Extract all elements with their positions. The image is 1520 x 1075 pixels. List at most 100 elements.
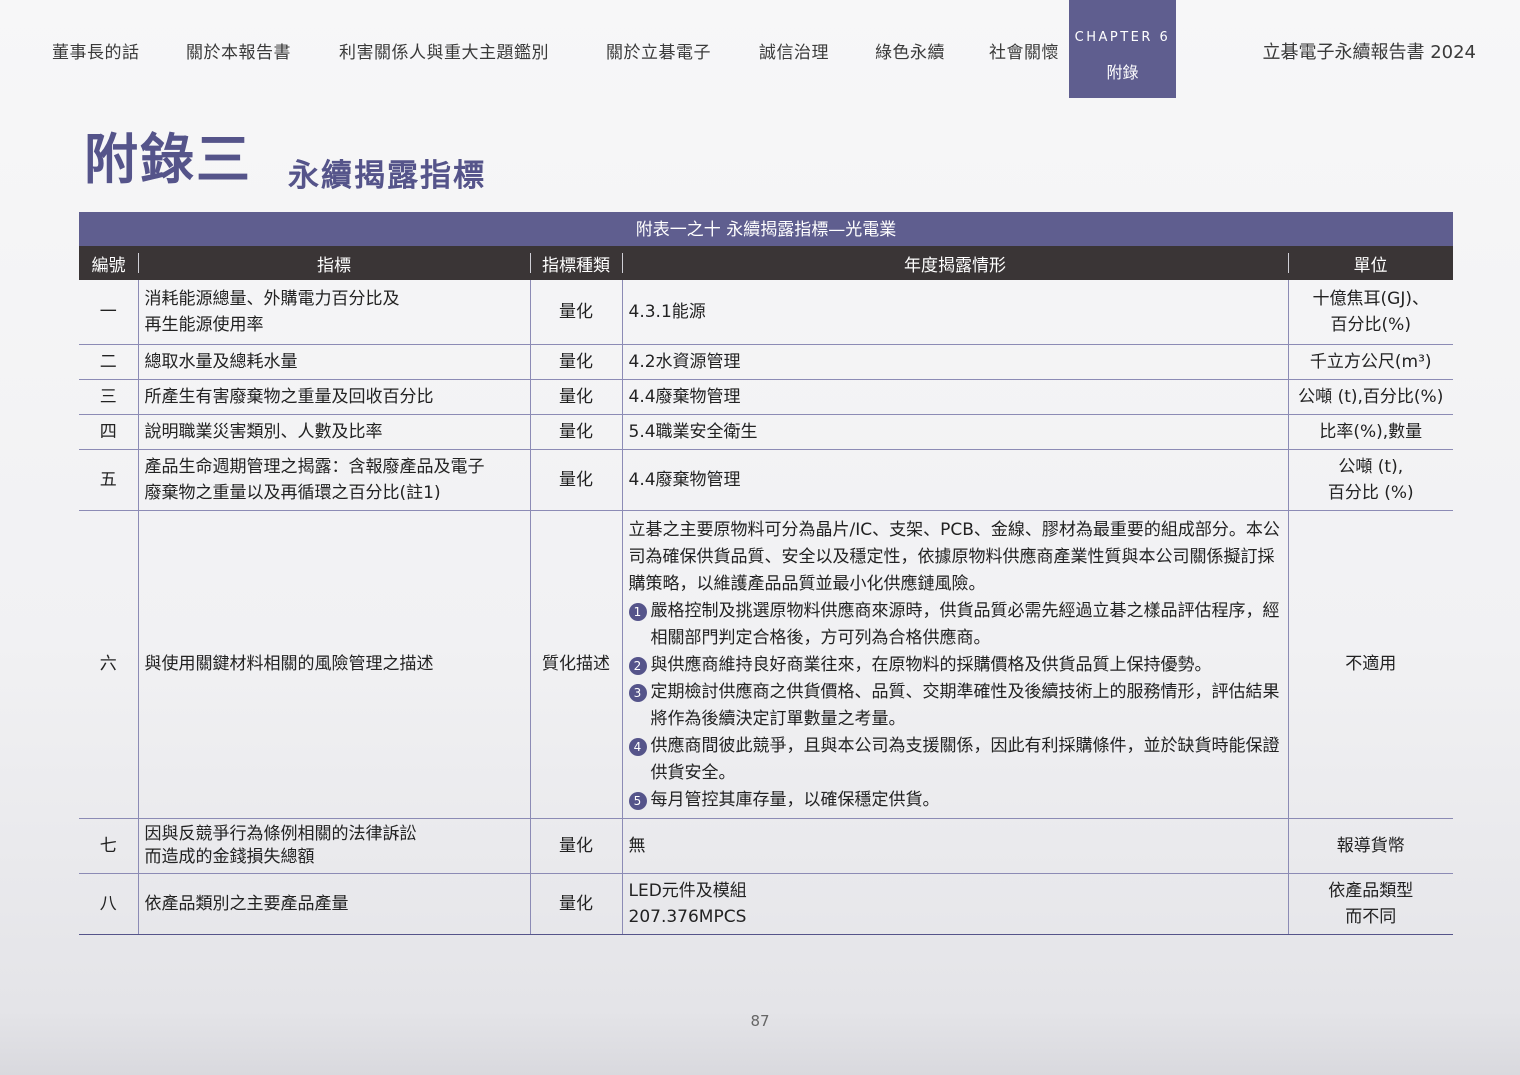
number-3-icon: 3 — [628, 683, 647, 702]
row-type: 量化 — [529, 818, 622, 874]
row-indicator: 消耗能源總量、外購電力百分比及 再生能源使用率 — [137, 280, 530, 345]
row-unit: 不適用 — [1287, 510, 1453, 819]
table-header-row: 編號 指標 指標種類 年度揭露情形 單位 — [79, 246, 1453, 280]
unit-line: 十億焦耳(GJ)、 — [1312, 288, 1429, 309]
page-title: 附錄三 — [84, 128, 252, 191]
row-type: 量化 — [529, 449, 622, 511]
row-indicator: 總取水量及總耗水量 — [137, 344, 530, 380]
row-indicator: 產品生命週期管理之揭露：含報廢產品及電子 廢棄物之重量以及再循環之百分比(註1) — [137, 449, 530, 511]
unit-line: 百分比 (%) — [1327, 482, 1414, 503]
table-caption: 附表一之十 永續揭露指標—光電業 — [79, 212, 1453, 246]
top-navigation: 董事長的話 關於本報告書 利害關係人與重大主題鑑別 關於立碁電子 誠信治理 綠色… — [0, 0, 1520, 100]
number-4-icon: 4 — [628, 737, 647, 756]
header-no: 編號 — [79, 246, 138, 280]
nav-item-integrity[interactable]: 誠信治理 — [759, 38, 829, 63]
row-number: 二 — [79, 344, 138, 380]
nav-item-about-report[interactable]: 關於本報告書 — [186, 38, 291, 63]
table-row: 六 與使用關鍵材料相關的風險管理之描述 質化描述 立碁之主要原物料可分為晶片/I… — [79, 510, 1453, 819]
number-5-icon: 5 — [628, 791, 647, 810]
header-type: 指標種類 — [530, 246, 622, 280]
report-title: 立碁電子永續報告書 2024 — [1262, 42, 1476, 63]
row-number: 一 — [79, 280, 138, 345]
nav-item-green[interactable]: 綠色永續 — [875, 38, 945, 63]
row-disclosure: 立碁之主要原物料可分為晶片/IC、支架、PCB、金線、膠材為最重要的組成部分。本… — [621, 510, 1288, 819]
row-number: 四 — [79, 414, 138, 450]
indicator-line: 因與反競爭行為條例相關的法律訴訟 — [144, 823, 417, 844]
row-disclosure: 4.4廢棄物管理 — [621, 379, 1288, 415]
chapter-label: CHAPTER 6 — [1074, 30, 1171, 45]
indicator-line: 消耗能源總量、外購電力百分比及 — [144, 288, 400, 309]
indicator-line: 而造成的金錢損失總額 — [144, 846, 315, 867]
list-item: 1 嚴格控制及挑選原物料供應商來源時，供貨品質必需先經過立碁之樣品評估程序，經相… — [628, 598, 1282, 652]
list-item: 2 與供應商維持良好商業往來，在原物料的採購價格及供貨品質上保持優勢。 — [628, 652, 1282, 679]
list-item-text: 供應商間彼此競爭，且與本公司為支援關係，因此有利採購條件，並於缺貨時能保證供貨安… — [650, 735, 1280, 783]
list-item-text: 定期檢討供應商之供貨價格、品質、交期準確性及後續技術上的服務情形，評估結果將作為… — [650, 681, 1280, 729]
row-type: 量化 — [529, 414, 622, 450]
row-type: 量化 — [529, 344, 622, 380]
number-1-icon: 1 — [628, 602, 647, 621]
table-row: 四 說明職業災害類別、人數及比率 量化 5.4職業安全衛生 比率(%),數量 — [79, 414, 1453, 450]
row-unit: 公噸 (t), 百分比 (%) — [1287, 449, 1453, 511]
unit-line: 而不同 — [1345, 906, 1397, 927]
row-unit: 十億焦耳(GJ)、 百分比(%) — [1287, 280, 1453, 345]
row-disclosure: 4.2水資源管理 — [621, 344, 1288, 380]
list-item-text: 與供應商維持良好商業往來，在原物料的採購價格及供貨品質上保持優勢。 — [650, 654, 1212, 675]
nav-item-stakeholders[interactable]: 利害關係人與重大主題鑑別 — [339, 38, 549, 63]
row-type: 量化 — [529, 873, 622, 935]
header-indicator: 指標 — [138, 246, 530, 280]
chapter-name: 附錄 — [1106, 63, 1139, 82]
row-number: 三 — [79, 379, 138, 415]
table-row: 三 所產生有害廢棄物之重量及回收百分比 量化 4.4廢棄物管理 公噸 (t),百… — [79, 379, 1453, 415]
indicator-line: 再生能源使用率 — [144, 314, 264, 335]
row-type: 質化描述 — [529, 510, 622, 819]
unit-line: 百分比(%) — [1330, 314, 1411, 335]
disclosure-table-wrapper: 附表一之十 永續揭露指標—光電業 編號 指標 指標種類 年度揭露情形 單位 一 … — [79, 212, 1453, 935]
row-disclosure: 無 — [621, 818, 1288, 874]
disclosure-intro: 立碁之主要原物料可分為晶片/IC、支架、PCB、金線、膠材為最重要的組成部分。本… — [628, 519, 1280, 594]
row-indicator: 因與反競爭行為條例相關的法律訴訟 而造成的金錢損失總額 — [137, 818, 530, 874]
nav-item-chairman[interactable]: 董事長的話 — [52, 38, 140, 63]
header-unit: 單位 — [1288, 246, 1453, 280]
header-disclosure: 年度揭露情形 — [622, 246, 1288, 280]
row-disclosure: LED元件及模組 207.376MPCS — [621, 873, 1288, 935]
table-row: 一 消耗能源總量、外購電力百分比及 再生能源使用率 量化 4.3.1能源 十億焦… — [79, 280, 1453, 345]
disclosure-line: LED元件及模組 — [628, 880, 747, 901]
table-row: 七 因與反競爭行為條例相關的法律訴訟 而造成的金錢損失總額 量化 無 報導貨幣 — [79, 818, 1453, 874]
list-item-text: 每月管控其庫存量，以確保穩定供貨。 — [650, 789, 940, 810]
row-number: 七 — [79, 818, 138, 874]
list-item: 5 每月管控其庫存量，以確保穩定供貨。 — [628, 787, 1282, 814]
nav-item-social[interactable]: 社會關懷 — [989, 38, 1059, 63]
row-indicator: 依產品類別之主要產品產量 — [137, 873, 530, 935]
disclosure-line: 207.376MPCS — [628, 906, 747, 927]
row-unit: 千立方公尺(m³) — [1287, 344, 1453, 380]
indicator-line: 產品生命週期管理之揭露：含報廢產品及電子 — [144, 456, 485, 477]
nav-item-about-company[interactable]: 關於立碁電子 — [606, 38, 711, 63]
disclosure-table: 編號 指標 指標種類 年度揭露情形 單位 一 消耗能源總量、外購電力百分比及 再… — [79, 246, 1453, 935]
row-number: 八 — [79, 873, 138, 935]
row-indicator: 所產生有害廢棄物之重量及回收百分比 — [137, 379, 530, 415]
row-unit: 公噸 (t),百分比(%) — [1287, 379, 1453, 415]
unit-line: 依產品類型 — [1328, 880, 1414, 901]
row-indicator: 說明職業災害類別、人數及比率 — [137, 414, 530, 450]
row-unit: 依產品類型 而不同 — [1287, 873, 1453, 935]
page-number: 87 — [750, 1012, 770, 1030]
row-disclosure: 5.4職業安全衛生 — [621, 414, 1288, 450]
row-disclosure: 4.4廢棄物管理 — [621, 449, 1288, 511]
row-indicator: 與使用關鍵材料相關的風險管理之描述 — [137, 510, 530, 819]
list-item: 4 供應商間彼此競爭，且與本公司為支援關係，因此有利採購條件，並於缺貨時能保證供… — [628, 733, 1282, 787]
unit-line: 公噸 (t), — [1338, 456, 1404, 477]
row-number: 六 — [79, 510, 138, 819]
chapter-tab-active[interactable]: CHAPTER 6 附錄 — [1069, 0, 1176, 98]
number-2-icon: 2 — [628, 656, 647, 675]
page-subtitle: 永續揭露指標 — [288, 158, 486, 194]
table-row: 五 產品生命週期管理之揭露：含報廢產品及電子 廢棄物之重量以及再循環之百分比(註… — [79, 449, 1453, 511]
indicator-line: 廢棄物之重量以及再循環之百分比(註1) — [144, 482, 441, 503]
table-row: 八 依產品類別之主要產品產量 量化 LED元件及模組 207.376MPCS 依… — [79, 873, 1453, 935]
table-row: 二 總取水量及總耗水量 量化 4.2水資源管理 千立方公尺(m³) — [79, 344, 1453, 380]
row-type: 量化 — [529, 379, 622, 415]
row-type: 量化 — [529, 280, 622, 345]
row-unit: 比率(%),數量 — [1287, 414, 1453, 450]
row-unit: 報導貨幣 — [1287, 818, 1453, 874]
list-item-text: 嚴格控制及挑選原物料供應商來源時，供貨品質必需先經過立碁之樣品評估程序，經相關部… — [650, 600, 1280, 648]
list-item: 3 定期檢討供應商之供貨價格、品質、交期準確性及後續技術上的服務情形，評估結果將… — [628, 679, 1282, 733]
